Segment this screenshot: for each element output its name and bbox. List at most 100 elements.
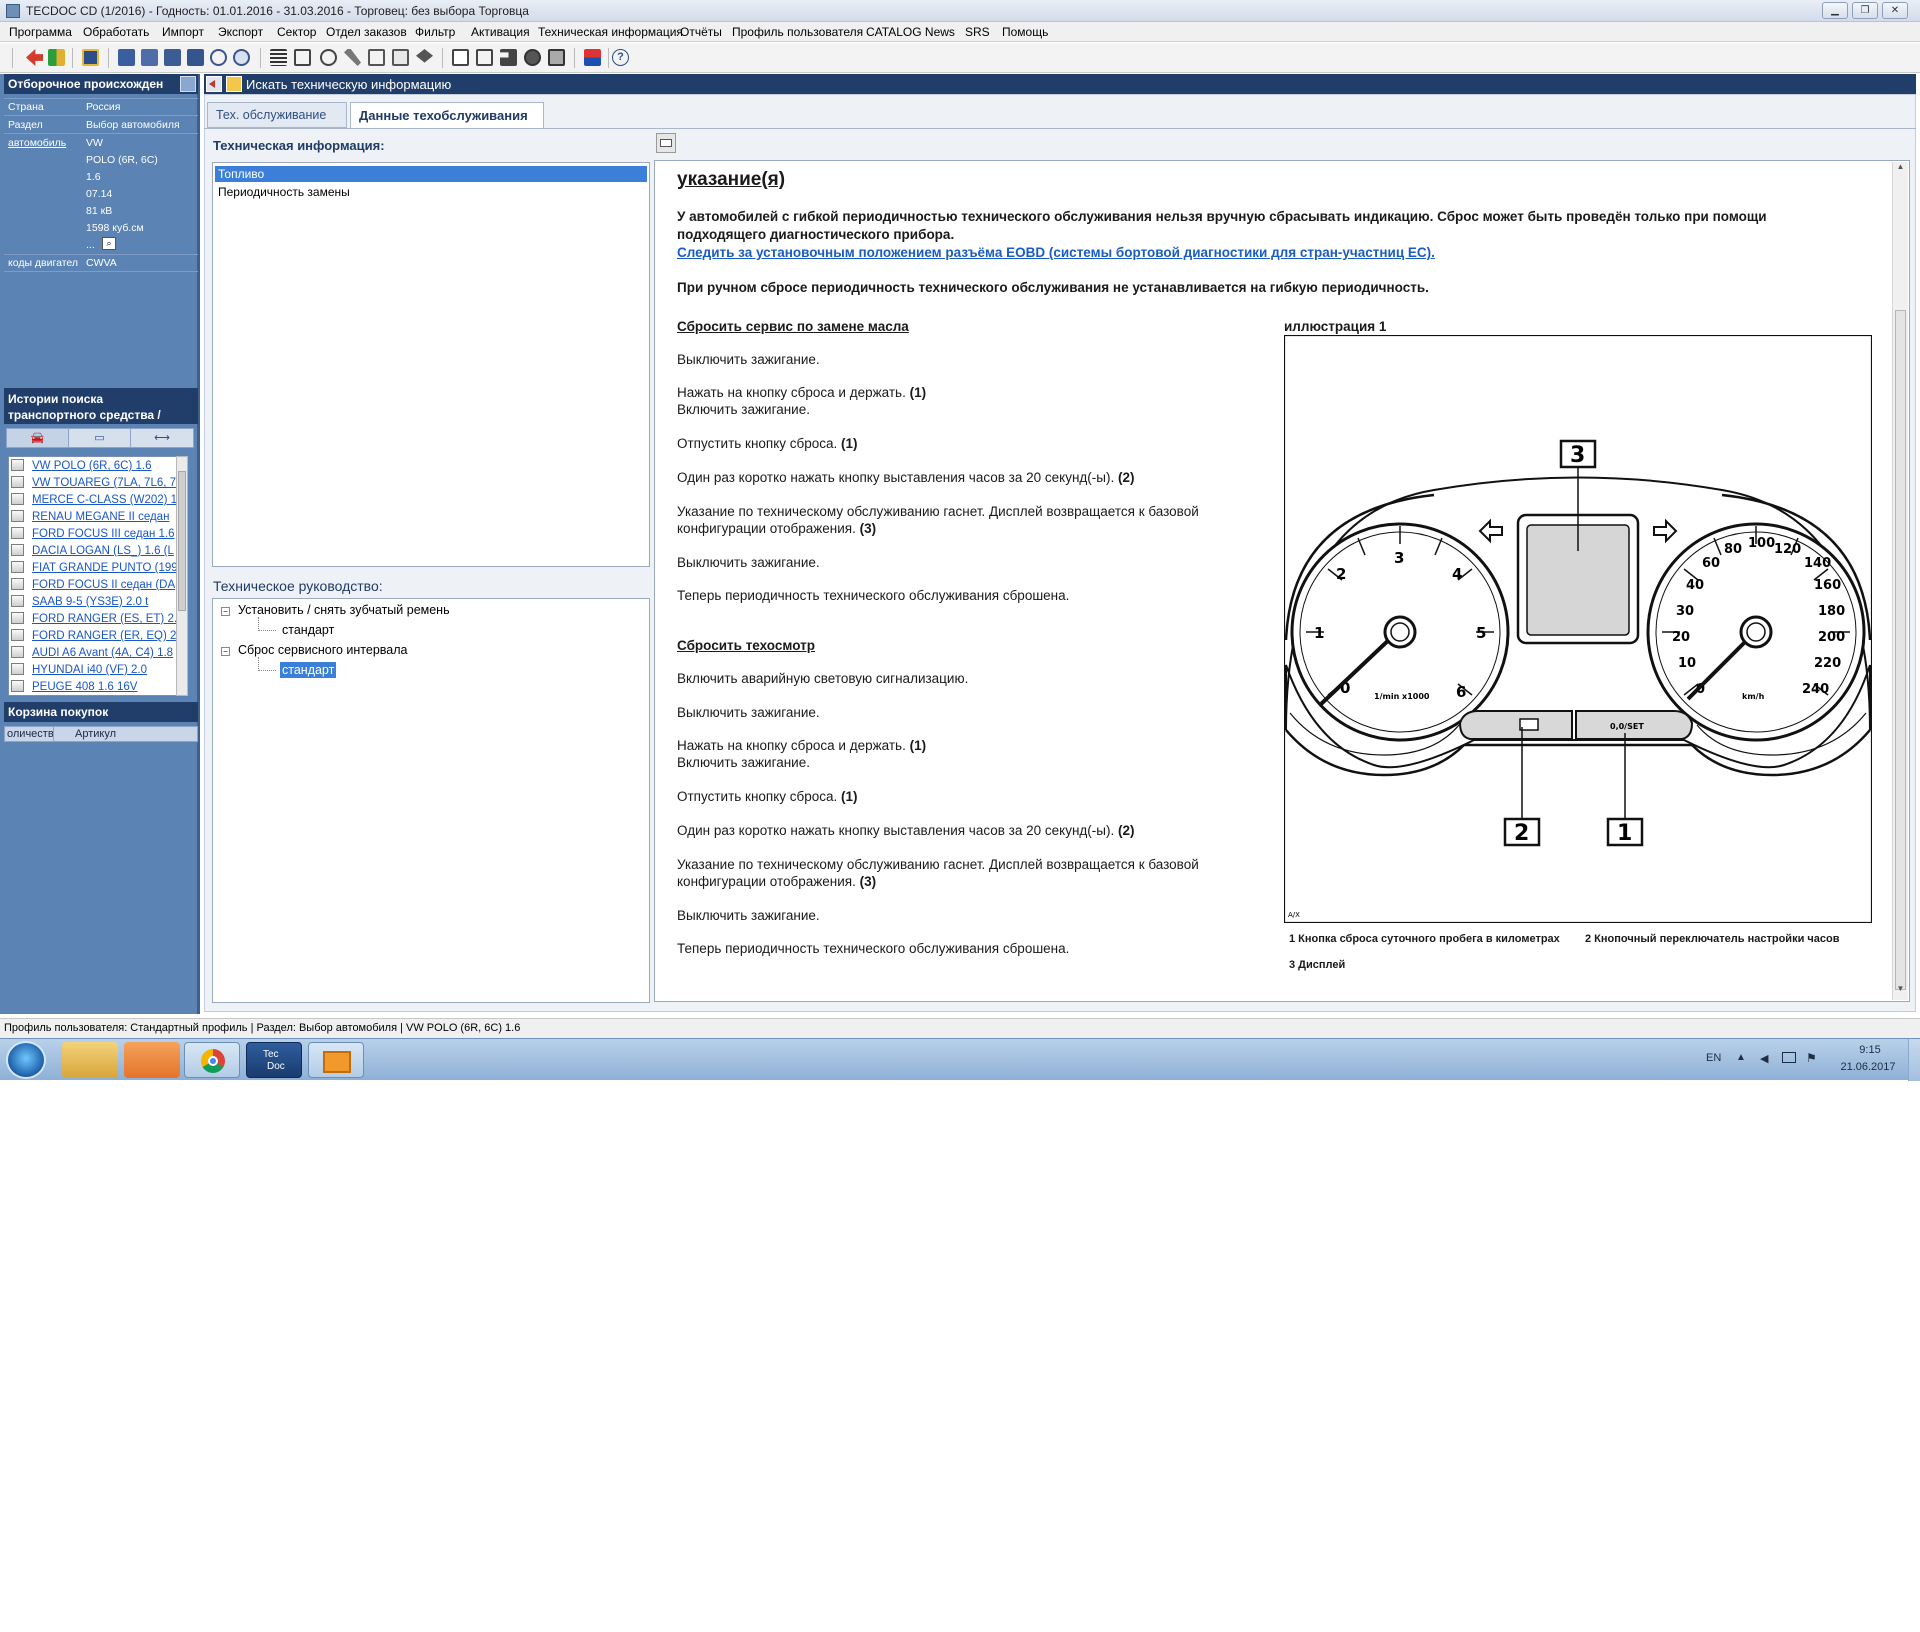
tree-collapse-toggle[interactable]: − — [221, 647, 230, 656]
filter-vehicle-link[interactable]: автомобиль — [8, 137, 80, 149]
tab-maintenance-data[interactable]: Данные техобслуживания — [350, 102, 544, 128]
back-arrow-icon[interactable] — [26, 49, 43, 66]
menu-export[interactable]: Экспорт — [218, 25, 263, 39]
tools-icon[interactable] — [344, 49, 361, 66]
catalog-icon[interactable] — [82, 49, 99, 66]
tree-connector — [258, 617, 259, 631]
diagram-icon[interactable] — [476, 49, 493, 66]
chrome-icon[interactable] — [184, 1042, 240, 1078]
wheel-icon[interactable] — [524, 49, 541, 66]
car-icon[interactable] — [118, 49, 135, 66]
tray-expand-icon[interactable]: ▲ — [1736, 1052, 1746, 1063]
tecdoc-icon[interactable]: Tec Doc — [246, 1042, 302, 1078]
menu-user-profile[interactable]: Профиль пользователя — [732, 25, 863, 39]
list-item-fuel[interactable]: Топливо — [215, 166, 647, 182]
search-icon[interactable] — [210, 49, 227, 66]
collapse-panel-button[interactable] — [180, 76, 196, 92]
tab-maintenance[interactable]: Тех. обслуживание — [207, 102, 347, 128]
image-icon[interactable] — [392, 49, 409, 66]
list-item[interactable]: RENAU MEGANE II седан — [11, 510, 169, 527]
list-item[interactable]: VW POLO (6R, 6C) 1.6 — [11, 459, 152, 476]
clock-date[interactable]: 21.06.2017 — [1830, 1061, 1906, 1073]
list-item[interactable]: VW TOUAREG (7LA, 7L6, 7 — [11, 476, 176, 493]
start-button[interactable] — [6, 1041, 46, 1079]
basket-col-qty[interactable]: оличеств — [7, 728, 54, 740]
axle-icon[interactable] — [164, 49, 181, 66]
menu-activation[interactable]: Активация — [471, 25, 530, 39]
network-icon[interactable] — [1782, 1052, 1796, 1063]
print-icon[interactable] — [656, 133, 676, 153]
search-parts-icon[interactable] — [233, 49, 250, 66]
scroll-down-icon[interactable]: ▼ — [1894, 984, 1907, 998]
list-icon[interactable] — [270, 49, 287, 66]
list-item[interactable]: SAAB 9-5 (YS3E) 2.0 t — [11, 595, 148, 612]
history-tab-axles[interactable]: ⟷ — [131, 429, 193, 447]
filter-country-label: Страна — [8, 101, 44, 113]
schema-icon[interactable] — [452, 49, 469, 66]
explorer-icon[interactable] — [62, 1042, 118, 1078]
menu-help[interactable]: Помощь — [1002, 25, 1048, 39]
news-icon[interactable] — [584, 49, 601, 66]
cart-icon[interactable] — [294, 49, 311, 66]
menu-program[interactable]: Программа — [9, 25, 72, 39]
list-item[interactable]: DACIA LOGAN (LS_) 1.6 (L — [11, 544, 174, 561]
volume-icon[interactable]: ◀ — [1760, 1052, 1768, 1065]
menu-sector[interactable]: Сектор — [277, 25, 316, 39]
list-item[interactable]: AUDI A6 Avant (4A, C4) 1.8 — [11, 646, 173, 663]
truck-icon[interactable] — [141, 49, 158, 66]
list-item[interactable]: FORD RANGER (ER, EQ) 2 — [11, 629, 176, 646]
list-item[interactable]: MERCE C-CLASS (W202) 1 — [11, 493, 177, 510]
menu-import[interactable]: Импорт — [162, 25, 204, 39]
menu-tech-info[interactable]: Техническая информация — [538, 25, 683, 39]
remote-desktop-icon[interactable] — [308, 1042, 364, 1078]
clock-icon[interactable] — [320, 49, 337, 66]
tree-leaf-standard-1[interactable]: стандарт — [282, 623, 334, 637]
list-item-replacement-interval[interactable]: Периодичность замены — [215, 185, 353, 199]
flag-icon[interactable]: ⚑ — [1806, 1051, 1817, 1065]
scrollbar-thumb[interactable] — [178, 471, 186, 611]
list-item[interactable]: FORD FOCUS III седан 1.6 — [11, 527, 175, 544]
restore-button[interactable]: ❐ — [1852, 2, 1878, 19]
list-item[interactable]: PEUGE 408 1.6 16V — [11, 680, 137, 697]
history-scrollbar[interactable] — [176, 456, 188, 696]
tree-collapse-toggle[interactable]: − — [221, 607, 230, 616]
document-scrollbar[interactable]: ▲ ▼ — [1892, 162, 1908, 1000]
list-item[interactable]: FORD RANGER (ES, ET) 2. — [11, 612, 177, 629]
list-item[interactable]: FORD FOCUS II седан (DA — [11, 578, 175, 595]
menu-orders[interactable]: Отдел заказов — [326, 25, 407, 39]
list-item[interactable]: HYUNDAI i40 (VF) 2.0 — [11, 663, 147, 680]
tree-node-service-reset[interactable]: Сброс сервисного интервала — [238, 643, 407, 657]
basket-col-article[interactable]: Артикул — [75, 728, 116, 740]
media-player-icon[interactable] — [124, 1042, 180, 1078]
clock-time[interactable]: 9:15 — [1840, 1044, 1900, 1056]
menu-edit[interactable]: Обработать — [83, 25, 149, 39]
eobd-link[interactable]: Следить за установочным положением разъё… — [677, 244, 1435, 261]
history-tab-trucks[interactable]: ▭ — [69, 429, 131, 447]
scrollbar-thumb[interactable] — [1895, 310, 1906, 990]
menu-srs[interactable]: SRS — [965, 25, 990, 39]
info-grid-icon[interactable] — [548, 49, 565, 66]
scroll-up-icon[interactable]: ▲ — [1894, 162, 1907, 176]
history-tab-cars[interactable]: 🚘 — [7, 429, 69, 447]
exit-icon[interactable] — [48, 49, 65, 66]
menu-filter[interactable]: Фильтр — [415, 25, 455, 39]
vehicle-search-icon[interactable] — [187, 49, 204, 66]
close-button[interactable]: ✕ — [1882, 2, 1908, 19]
help-icon[interactable]: ? — [612, 49, 629, 66]
component-icon[interactable] — [500, 49, 517, 66]
home-icon[interactable] — [226, 76, 242, 92]
back-button[interactable] — [206, 76, 222, 92]
vehicle-details-search-icon[interactable]: ⌕ — [102, 237, 116, 250]
document-icon[interactable] — [368, 49, 385, 66]
language-indicator[interactable]: EN — [1706, 1052, 1721, 1064]
layers-icon[interactable] — [416, 49, 433, 63]
minimize-button[interactable]: ▁ — [1822, 2, 1848, 19]
menu-catalog-news[interactable]: CATALOG News — [866, 25, 955, 39]
tree-leaf-standard-2-selected[interactable]: стандарт — [280, 662, 337, 678]
menu-reports[interactable]: Отчёты — [680, 25, 722, 39]
show-desktop-button[interactable] — [1908, 1039, 1920, 1081]
tree-node-timing-belt[interactable]: Установить / снять зубчатый ремень — [238, 603, 450, 617]
list-item[interactable]: FIAT GRANDE PUNTO (199 — [11, 561, 178, 578]
insp-step-8: Выключить зажигание. — [677, 908, 820, 923]
tree-connector — [258, 630, 276, 631]
